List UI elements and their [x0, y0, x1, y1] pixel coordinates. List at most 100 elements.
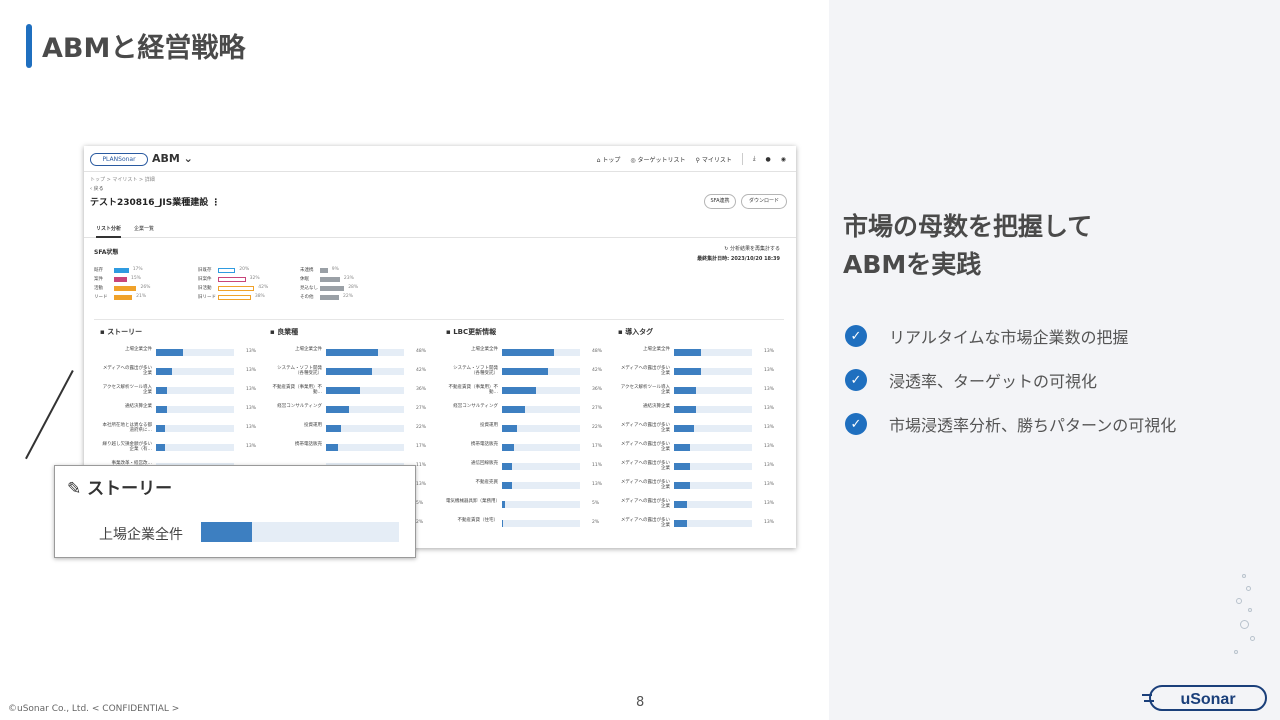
- plansonar-logo: PLANSonar: [90, 153, 148, 166]
- usonar-logo: uSonar: [1142, 685, 1267, 711]
- panel-row-track: [674, 406, 752, 413]
- panel-row-track: [674, 349, 752, 356]
- panel-row-pct: 13%: [246, 349, 257, 354]
- panel-row-label: 上場企業全件: [643, 347, 670, 352]
- panel-row-pct: 48%: [592, 349, 603, 354]
- list-title: テスト230816_JIS業種建設 ⋮: [90, 198, 221, 208]
- panel-row: 不動産賃貸（住宅） 2%: [446, 516, 616, 530]
- panel-row-label: 通結決算企業: [125, 404, 152, 409]
- reanalyze-link[interactable]: ↻ 分析結果を再集計する: [724, 245, 780, 252]
- panel-row-label: 経営コンサルティング: [277, 404, 322, 409]
- panel-row-pct: 11%: [416, 463, 427, 468]
- sfa-status-pct: 22%: [343, 294, 354, 299]
- panel-title: ▪ LBC更新情報: [446, 328, 497, 336]
- check-item: ✓ 市場浸透率分析、勝ちパターンの可視化: [845, 402, 1176, 446]
- panel-row: 上場企業全件 13%: [618, 345, 788, 359]
- panel-row-fill: [502, 501, 505, 508]
- copyright: ©uSonar Co., Ltd. < CONFIDENTIAL >: [8, 704, 180, 714]
- panel-row-track: [156, 368, 234, 375]
- panel-row-pct: 27%: [416, 406, 427, 411]
- sfa-status-row: リード 21%: [94, 294, 204, 301]
- nav-separator: [741, 153, 743, 165]
- panel-row-track: [326, 425, 404, 432]
- top-navigation: ⌂ トップ ◎ ターゲットリスト ⚲ マイリスト ⤓ ● ◉: [597, 153, 786, 165]
- nav-my-list[interactable]: ⚲ マイリスト: [696, 155, 732, 164]
- panel-row: メディアへの露出が多い企業 13%: [100, 364, 270, 378]
- panel-row-fill: [674, 520, 687, 527]
- panel-row-track: [674, 444, 752, 451]
- sfa-status-pct: 20%: [239, 267, 250, 272]
- headline: 市場の母数を把握して ABMを実践: [843, 208, 1092, 284]
- app-name-dropdown[interactable]: ABM ⌄: [152, 152, 193, 165]
- panel-row-fill: [156, 406, 167, 413]
- panel-row-label: 上場企業全件: [471, 347, 498, 352]
- panel-row-fill: [326, 444, 338, 451]
- tab-company-list[interactable]: 企業一覧: [134, 225, 154, 232]
- nav-target-list[interactable]: ◎ ターゲットリスト: [630, 155, 685, 164]
- panel-row-fill: [156, 349, 183, 356]
- panel-row-fill: [502, 463, 512, 470]
- bell-icon[interactable]: ●: [766, 156, 771, 163]
- sfa-status-bar: [320, 295, 339, 300]
- download-button[interactable]: ダウンロード: [741, 194, 787, 209]
- panel-row: システム・ソフト開発（各種受託） 42%: [446, 364, 616, 378]
- panel-row: 通結決算企業 13%: [100, 402, 270, 416]
- nav-top[interactable]: ⌂ トップ: [597, 155, 621, 164]
- check-icon: ✓: [845, 369, 867, 391]
- tab-list-analysis[interactable]: リスト分析: [96, 225, 122, 238]
- panel-row-label: メディアへの露出が多い企業: [620, 480, 670, 490]
- panel-row-track: [156, 444, 234, 451]
- panel-row-pct: 13%: [246, 368, 257, 373]
- panel-row-track: [502, 387, 580, 394]
- sfa-status-pct: 23%: [343, 276, 354, 281]
- panel-title: ▪ 良業種: [270, 328, 299, 336]
- sfa-status-label: 旧リード: [198, 295, 216, 300]
- sfa-status-bar: [320, 286, 345, 291]
- sfa-status-label: 休眠: [300, 277, 309, 282]
- sfa-status-label: リード: [94, 295, 108, 300]
- panel-row-fill: [674, 387, 696, 394]
- panel-row: 経営コンサルティング 27%: [446, 402, 616, 416]
- user-icon[interactable]: ◉: [781, 156, 786, 163]
- panel-row-pct: 13%: [764, 387, 775, 392]
- panel-row-label: 上場企業全件: [125, 347, 152, 352]
- sfa-status-bar: [218, 277, 246, 282]
- panel-row-track: [502, 482, 580, 489]
- panel-row: システム・ソフト開発（各種受託） 42%: [270, 364, 440, 378]
- panel-row-pct: 13%: [246, 444, 257, 449]
- sfa-section-title: SFA状態: [94, 249, 119, 256]
- bubble-decoration: [1222, 570, 1262, 680]
- panel-row-track: [156, 406, 234, 413]
- panel-row-label: メディアへの露出が多い企業: [102, 366, 152, 376]
- panel-row: 携帯電話販売 17%: [270, 440, 440, 454]
- panel-row-label: 不動産賃貸（事業用）不動…: [448, 385, 499, 395]
- sfa-link-button[interactable]: SFA連携: [704, 194, 736, 209]
- panel-row-track: [326, 406, 404, 413]
- sfa-status-label: 見込なし: [300, 286, 318, 291]
- panel-row-label: メディアへの露出が多い企業: [620, 518, 670, 528]
- headline-line-1: 市場の母数を把握して: [843, 212, 1093, 241]
- sfa-status-pct: 17%: [132, 267, 143, 272]
- panel-row-label: アクセス解析ツール導入企業: [102, 385, 152, 395]
- panel-row-fill: [502, 425, 517, 432]
- sfa-status-label: 旧既存: [198, 268, 212, 273]
- panel-row-pct: 13%: [416, 482, 427, 487]
- check-item-text: リアルタイムな市場企業数の把握: [889, 328, 1129, 347]
- panel-row-label: メディアへの露出が多い企業: [620, 442, 670, 452]
- panel-row-track: [326, 444, 404, 451]
- sfa-status-label: その他: [300, 295, 314, 300]
- panel-row-pct: 2%: [416, 520, 424, 525]
- panel-row-fill: [674, 406, 696, 413]
- check-icon: ✓: [845, 325, 867, 347]
- panel-row-track: [326, 387, 404, 394]
- panel-row: メディアへの露出が多い企業 13%: [618, 478, 788, 492]
- panel-row: 不動産賃貸（事業用）不動… 36%: [270, 383, 440, 397]
- download-icon[interactable]: ⤓: [753, 155, 756, 163]
- back-link[interactable]: ‹ 戻る: [90, 185, 104, 192]
- sfa-status-label: 旧活動: [198, 286, 212, 291]
- panel-row-pct: 13%: [764, 520, 775, 525]
- sfa-status-row: 旧リード 38%: [198, 294, 308, 301]
- panel-row-pct: 48%: [416, 349, 427, 354]
- panel-row-track: [674, 463, 752, 470]
- sfa-status-row: 活動 26%: [94, 285, 204, 292]
